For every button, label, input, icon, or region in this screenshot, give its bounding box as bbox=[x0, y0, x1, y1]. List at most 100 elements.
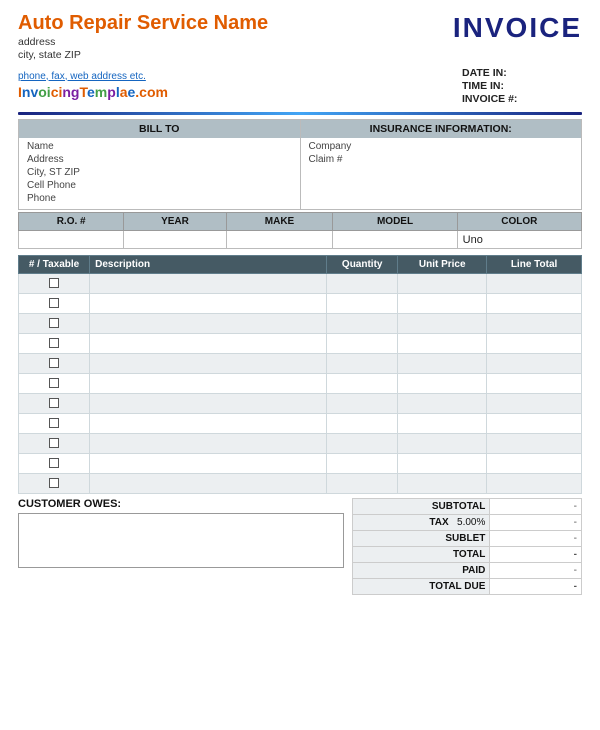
item-desc-10 bbox=[90, 474, 327, 494]
logo-oic2: e bbox=[87, 84, 95, 100]
vehicle-col-color: COLOR bbox=[457, 213, 581, 231]
item-row-10 bbox=[19, 474, 582, 494]
item-desc-5 bbox=[90, 374, 327, 394]
item-desc-7 bbox=[90, 414, 327, 434]
item-row-0 bbox=[19, 274, 582, 294]
item-price-1 bbox=[398, 294, 487, 314]
item-total-8 bbox=[487, 434, 582, 454]
item-total-6 bbox=[487, 394, 582, 414]
items-table: # / Taxable Description Quantity Unit Pr… bbox=[18, 255, 582, 494]
logo-pla: ng bbox=[62, 84, 79, 100]
logo-ing2: m bbox=[95, 84, 107, 100]
item-qty-5 bbox=[327, 374, 398, 394]
items-col-num: # / Taxable bbox=[19, 256, 90, 274]
item-row-1 bbox=[19, 294, 582, 314]
company-name: Auto Repair Service Name bbox=[18, 12, 268, 35]
item-total-9 bbox=[487, 454, 582, 474]
item-qty-10 bbox=[327, 474, 398, 494]
company-info: Auto Repair Service Name address city, s… bbox=[18, 12, 268, 61]
item-price-7 bbox=[398, 414, 487, 434]
item-qty-8 bbox=[327, 434, 398, 454]
subtotal-row: SUBTOTAL - bbox=[353, 499, 582, 515]
bill-to-name: Name bbox=[27, 141, 292, 152]
bill-to-city: City, ST ZIP bbox=[27, 167, 292, 178]
item-num-7 bbox=[19, 414, 90, 434]
vehicle-col-year: YEAR bbox=[124, 213, 226, 231]
item-total-3 bbox=[487, 334, 582, 354]
insurance-section: INSURANCE INFORMATION: Company Claim # bbox=[301, 120, 582, 209]
date-in-row: DATE IN: bbox=[462, 67, 517, 79]
totals-table: SUBTOTAL - TAX 5.00% - SUBLET - TOTAL - … bbox=[352, 498, 582, 595]
item-num-1 bbox=[19, 294, 90, 314]
bill-to-cell: Cell Phone bbox=[27, 180, 292, 191]
bill-to-header: BILL TO bbox=[19, 120, 300, 138]
vehicle-make bbox=[226, 231, 333, 249]
item-row-2 bbox=[19, 314, 582, 334]
item-total-2 bbox=[487, 314, 582, 334]
item-desc-0 bbox=[90, 274, 327, 294]
phone-line: phone, fax, web address etc. bbox=[18, 71, 168, 82]
customer-owes-section: CUSTOMER OWES: bbox=[18, 498, 344, 595]
item-price-3 bbox=[398, 334, 487, 354]
paid-value: - bbox=[490, 563, 582, 579]
items-col-qty: Quantity bbox=[327, 256, 398, 274]
vehicle-color: Uno bbox=[457, 231, 581, 249]
invoice-title: INVOICE bbox=[453, 12, 582, 44]
items-header-row: # / Taxable Description Quantity Unit Pr… bbox=[19, 256, 582, 274]
address1: address bbox=[18, 36, 268, 48]
item-row-3 bbox=[19, 334, 582, 354]
logo-pla2: p bbox=[107, 84, 116, 100]
item-qty-9 bbox=[327, 454, 398, 474]
item-desc-1 bbox=[90, 294, 327, 314]
item-qty-7 bbox=[327, 414, 398, 434]
item-qty-3 bbox=[327, 334, 398, 354]
invoice-num-label: INVOICE #: bbox=[462, 93, 517, 105]
total-due-row: TOTAL DUE - bbox=[353, 579, 582, 595]
subtotal-value: - bbox=[490, 499, 582, 515]
vehicle-col-ro: R.O. # bbox=[19, 213, 124, 231]
invoice-meta: INVOICE bbox=[453, 12, 582, 44]
total-label: TOTAL bbox=[353, 547, 490, 563]
paid-label: PAID bbox=[353, 563, 490, 579]
logo-area: InvoicingTemplae.com bbox=[18, 84, 168, 100]
item-row-6 bbox=[19, 394, 582, 414]
item-desc-9 bbox=[90, 454, 327, 474]
item-price-8 bbox=[398, 434, 487, 454]
item-desc-2 bbox=[90, 314, 327, 334]
item-num-5 bbox=[19, 374, 90, 394]
item-price-10 bbox=[398, 474, 487, 494]
total-due-label: TOTAL DUE bbox=[353, 579, 490, 595]
tax-value: - bbox=[490, 515, 582, 531]
total-value: - bbox=[490, 547, 582, 563]
logo-inv2: T bbox=[79, 84, 87, 100]
bill-to-content: Name Address City, ST ZIP Cell Phone Pho… bbox=[19, 138, 300, 209]
date-in-label: DATE IN: bbox=[462, 67, 507, 79]
items-col-desc: Description bbox=[90, 256, 327, 274]
sublet-label: SUBLET bbox=[353, 531, 490, 547]
logo-oic: nv bbox=[22, 84, 38, 100]
totals-section: SUBTOTAL - TAX 5.00% - SUBLET - TOTAL - … bbox=[352, 498, 582, 595]
items-col-total: Line Total bbox=[487, 256, 582, 274]
tax-rate: 5.00% bbox=[457, 517, 485, 528]
logo-inv3: a bbox=[120, 84, 128, 100]
bill-to-section: BILL TO Name Address City, ST ZIP Cell P… bbox=[19, 120, 301, 209]
item-row-4 bbox=[19, 354, 582, 374]
vehicle-model bbox=[333, 231, 457, 249]
item-total-10 bbox=[487, 474, 582, 494]
customer-owes-box[interactable] bbox=[18, 513, 344, 568]
paid-row: PAID - bbox=[353, 563, 582, 579]
item-total-4 bbox=[487, 354, 582, 374]
item-num-10 bbox=[19, 474, 90, 494]
insurance-header: INSURANCE INFORMATION: bbox=[301, 120, 582, 138]
item-price-2 bbox=[398, 314, 487, 334]
item-qty-1 bbox=[327, 294, 398, 314]
item-qty-0 bbox=[327, 274, 398, 294]
bill-to-address: Address bbox=[27, 154, 292, 165]
item-num-2 bbox=[19, 314, 90, 334]
item-desc-8 bbox=[90, 434, 327, 454]
item-price-0 bbox=[398, 274, 487, 294]
items-col-price: Unit Price bbox=[398, 256, 487, 274]
tax-row: TAX 5.00% - bbox=[353, 515, 582, 531]
item-num-3 bbox=[19, 334, 90, 354]
item-num-6 bbox=[19, 394, 90, 414]
